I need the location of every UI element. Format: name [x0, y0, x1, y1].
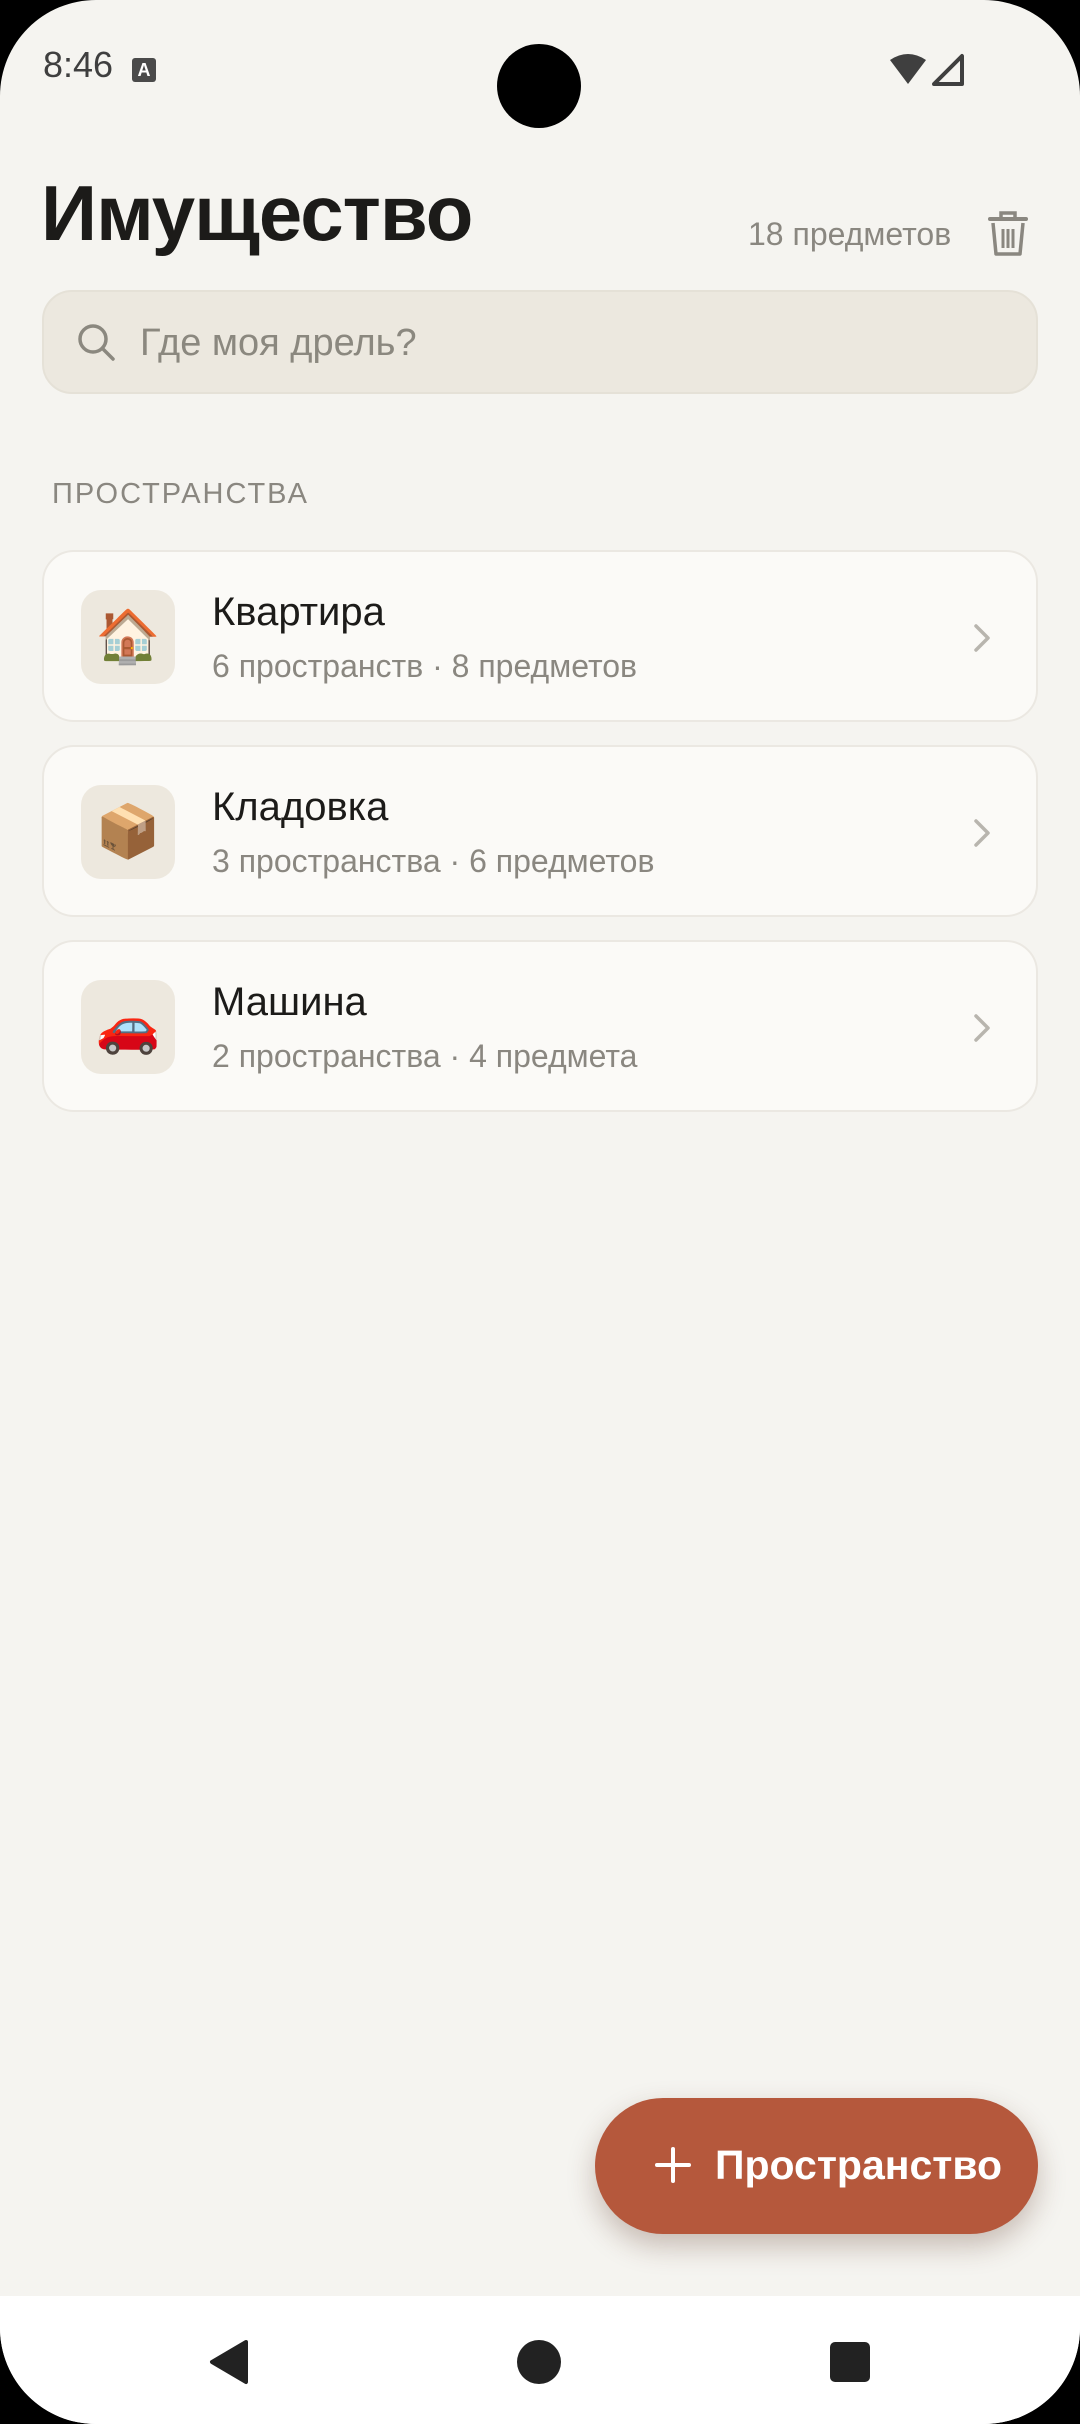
space-name: Квартира	[212, 590, 385, 634]
space-name: Машина	[212, 980, 367, 1024]
space-meta: 6 пространств · 8 предметов	[212, 648, 638, 684]
keyboard-notification-icon: A	[132, 58, 156, 82]
wifi-icon	[890, 54, 926, 84]
house-icon: 🏠	[81, 590, 175, 684]
search-icon	[78, 324, 115, 361]
package-icon: 📦	[81, 785, 175, 879]
system-nav-bar	[0, 2296, 1080, 2424]
back-icon[interactable]	[206, 2338, 250, 2386]
plus-icon	[655, 2147, 691, 2183]
chevron-right-icon	[974, 1014, 990, 1042]
camera-cutout	[497, 44, 581, 128]
add-space-button[interactable]: Пространство	[595, 2098, 1038, 2234]
space-meta: 3 пространства · 6 предметов	[212, 843, 655, 879]
space-card-storage[interactable]: 📦 Кладовка 3 пространства · 6 предметов	[42, 745, 1038, 917]
search-bar[interactable]	[42, 290, 1038, 394]
page-title: Имущество	[41, 169, 473, 257]
space-meta: 2 пространства · 4 предмета	[212, 1038, 638, 1074]
status-time: 8:46	[43, 44, 114, 85]
space-name: Кладовка	[212, 785, 389, 829]
cell-signal-icon	[932, 54, 964, 86]
app-screen: 8:46 A Имущество 18 предметов ПРОСТРАНСТ…	[0, 0, 1080, 2424]
chevron-right-icon	[974, 819, 990, 847]
search-input[interactable]	[138, 312, 1002, 374]
item-count: 18 предметов	[748, 216, 952, 252]
trash-icon[interactable]	[986, 210, 1030, 258]
status-icons	[890, 54, 964, 86]
spaces-section-label: ПРОСТРАНСТВА	[52, 478, 309, 510]
home-icon[interactable]	[517, 2340, 561, 2384]
recents-icon[interactable]	[830, 2342, 870, 2382]
car-icon: 🚗	[81, 980, 175, 1074]
space-card-car[interactable]: 🚗 Машина 2 пространства · 4 предмета	[42, 940, 1038, 1112]
add-space-label: Пространство	[715, 2142, 1003, 2188]
space-card-apartment[interactable]: 🏠 Квартира 6 пространств · 8 предметов	[42, 550, 1038, 722]
chevron-right-icon	[974, 624, 990, 652]
